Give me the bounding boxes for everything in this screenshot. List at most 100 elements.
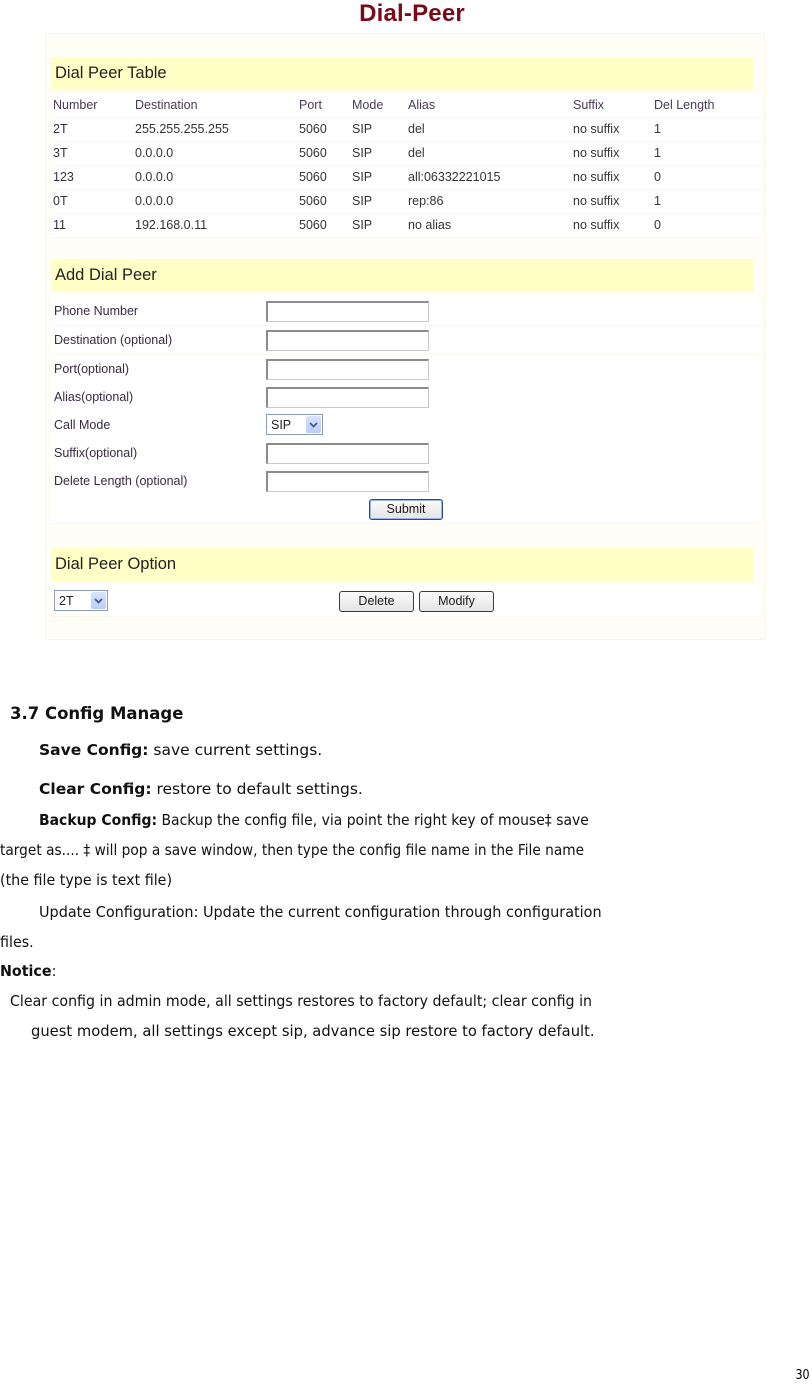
phone-number-label: Phone Number bbox=[54, 304, 139, 318]
column-header-destination: Destination bbox=[135, 98, 198, 112]
table-row: 0T 0.0.0.0 5060 SIP rep:86 no suffix 1 bbox=[51, 190, 761, 214]
dial-peer-option-row: 2T Delete Modify bbox=[51, 586, 761, 617]
notice-line-1: Clear config in admin mode, all settings… bbox=[10, 992, 646, 1010]
dial-peer-select-value: 2T bbox=[59, 593, 74, 608]
update-config-text-2: files. bbox=[0, 933, 34, 951]
page-title: Dial-Peer bbox=[359, 0, 465, 27]
cell-destination: 255.255.255.255 bbox=[135, 122, 229, 136]
cell-destination: 192.168.0.11 bbox=[135, 218, 208, 232]
update-config-text-1: Update Configuration: Update the current… bbox=[39, 903, 602, 921]
dial-peer-option-heading: Dial Peer Option bbox=[51, 548, 753, 581]
chevron-down-icon[interactable] bbox=[306, 416, 321, 433]
form-row-submit: Submit bbox=[51, 495, 761, 524]
destination-label: Destination (optional) bbox=[54, 333, 173, 347]
cell-del-length: 1 bbox=[654, 146, 661, 160]
cell-port: 5060 bbox=[299, 170, 327, 184]
column-header-mode: Mode bbox=[352, 98, 384, 112]
backup-config-text-2: target as.... ‡ will pop a save window, … bbox=[0, 841, 585, 859]
cell-mode: SIP bbox=[352, 170, 373, 184]
cell-suffix: no suffix bbox=[573, 218, 620, 232]
dial-peer-select[interactable]: 2T bbox=[54, 590, 108, 611]
cell-mode: SIP bbox=[352, 122, 373, 136]
dial-peer-table-heading: Dial Peer Table bbox=[51, 57, 753, 90]
delete-length-input[interactable] bbox=[266, 471, 429, 492]
table-row: 123 0.0.0.0 5060 SIP all:06332221015 no … bbox=[51, 166, 761, 190]
port-label: Port(optional) bbox=[54, 362, 130, 376]
cell-suffix: no suffix bbox=[573, 146, 620, 160]
delete-length-label: Delete Length (optional) bbox=[54, 474, 188, 488]
cell-del-length: 0 bbox=[654, 170, 661, 184]
form-row-phone-number: Phone Number bbox=[51, 297, 761, 326]
update-config-line-1: Update Configuration: Update the current… bbox=[39, 903, 644, 921]
phone-number-input[interactable] bbox=[266, 301, 429, 322]
alias-label: Alias(optional) bbox=[54, 390, 134, 404]
cell-number: 3T bbox=[53, 146, 68, 160]
backup-config-line-1: Backup Config: Backup the config file, v… bbox=[39, 811, 650, 829]
cell-del-length: 1 bbox=[654, 194, 661, 208]
clear-config-term: Clear Config: bbox=[39, 780, 152, 798]
backup-config-term: Backup Config: bbox=[39, 811, 158, 829]
cell-mode: SIP bbox=[352, 194, 373, 208]
cell-suffix: no suffix bbox=[573, 194, 620, 208]
cell-suffix: no suffix bbox=[573, 170, 620, 184]
column-header-del-length: Del Length bbox=[654, 98, 715, 112]
port-input[interactable] bbox=[266, 359, 429, 380]
call-mode-value: SIP bbox=[271, 417, 292, 432]
cell-port: 5060 bbox=[299, 146, 327, 160]
cell-number: 123 bbox=[53, 170, 74, 184]
call-mode-select[interactable]: SIP bbox=[266, 414, 323, 435]
column-header-port: Port bbox=[299, 98, 322, 112]
cell-port: 5060 bbox=[299, 122, 327, 136]
notice-term: Notice bbox=[0, 962, 52, 980]
cell-alias: del bbox=[408, 146, 425, 160]
table-header-row: Number Destination Port Mode Alias Suffi… bbox=[51, 94, 761, 118]
add-dial-peer-heading: Add Dial Peer bbox=[51, 259, 753, 292]
chevron-down-icon[interactable] bbox=[91, 592, 106, 609]
cell-suffix: no suffix bbox=[573, 122, 620, 136]
suffix-label: Suffix(optional) bbox=[54, 446, 138, 460]
cell-number: 0T bbox=[53, 194, 68, 208]
alias-input[interactable] bbox=[266, 387, 429, 408]
cell-port: 5060 bbox=[299, 194, 327, 208]
table-row: 11 192.168.0.11 5060 SIP no alias no suf… bbox=[51, 214, 761, 238]
cell-alias: no alias bbox=[408, 218, 452, 232]
modify-button[interactable]: Modify bbox=[419, 591, 494, 612]
cell-alias: all:06332221015 bbox=[408, 170, 501, 184]
form-row-call-mode: Call Mode SIP bbox=[51, 411, 761, 440]
table-row: 3T 0.0.0.0 5060 SIP del no suffix 1 bbox=[51, 142, 761, 166]
save-config-paragraph: Save Config: save current settings. bbox=[39, 741, 322, 759]
notice-text-2: guest modem, all settings except sip, ad… bbox=[31, 1022, 595, 1040]
column-header-suffix: Suffix bbox=[573, 98, 605, 112]
submit-button[interactable]: Submit bbox=[369, 499, 443, 520]
clear-config-text: restore to default settings. bbox=[151, 780, 363, 798]
delete-button[interactable]: Delete bbox=[339, 591, 414, 612]
backup-config-line-2: target as.... ‡ will pop a save window, … bbox=[0, 841, 660, 859]
cell-port: 5060 bbox=[299, 218, 327, 232]
destination-input[interactable] bbox=[266, 330, 429, 351]
cell-alias: rep:86 bbox=[408, 194, 444, 208]
cell-number: 2T bbox=[53, 122, 68, 136]
form-row-delete-length: Delete Length (optional) bbox=[51, 467, 761, 496]
update-config-line-2: files. bbox=[0, 933, 37, 951]
notice-colon: : bbox=[51, 962, 57, 980]
suffix-input[interactable] bbox=[266, 443, 429, 464]
cell-destination: 0.0.0.0 bbox=[135, 146, 174, 160]
column-header-alias: Alias bbox=[408, 98, 436, 112]
notice-heading: Notice: bbox=[0, 962, 61, 980]
cell-alias: del bbox=[408, 122, 425, 136]
form-row-alias: Alias(optional) bbox=[51, 383, 761, 412]
form-row-destination: Destination (optional) bbox=[51, 326, 761, 355]
table-row: 2T 255.255.255.255 5060 SIP del no suffi… bbox=[51, 118, 761, 142]
page-number: 30 bbox=[795, 1368, 810, 1383]
dial-peer-table: Number Destination Port Mode Alias Suffi… bbox=[51, 94, 761, 238]
notice-line-2: guest modem, all settings except sip, ad… bbox=[31, 1022, 624, 1040]
cell-del-length: 1 bbox=[654, 122, 661, 136]
section-heading: 3.7 Config Manage bbox=[10, 704, 184, 723]
cell-mode: SIP bbox=[352, 218, 373, 232]
cell-destination: 0.0.0.0 bbox=[135, 170, 174, 184]
cell-number: 11 bbox=[53, 218, 66, 232]
column-header-number: Number bbox=[53, 98, 98, 112]
form-row-port: Port(optional) bbox=[51, 355, 761, 384]
cell-del-length: 0 bbox=[654, 218, 661, 232]
save-config-text: save current settings. bbox=[148, 741, 323, 759]
